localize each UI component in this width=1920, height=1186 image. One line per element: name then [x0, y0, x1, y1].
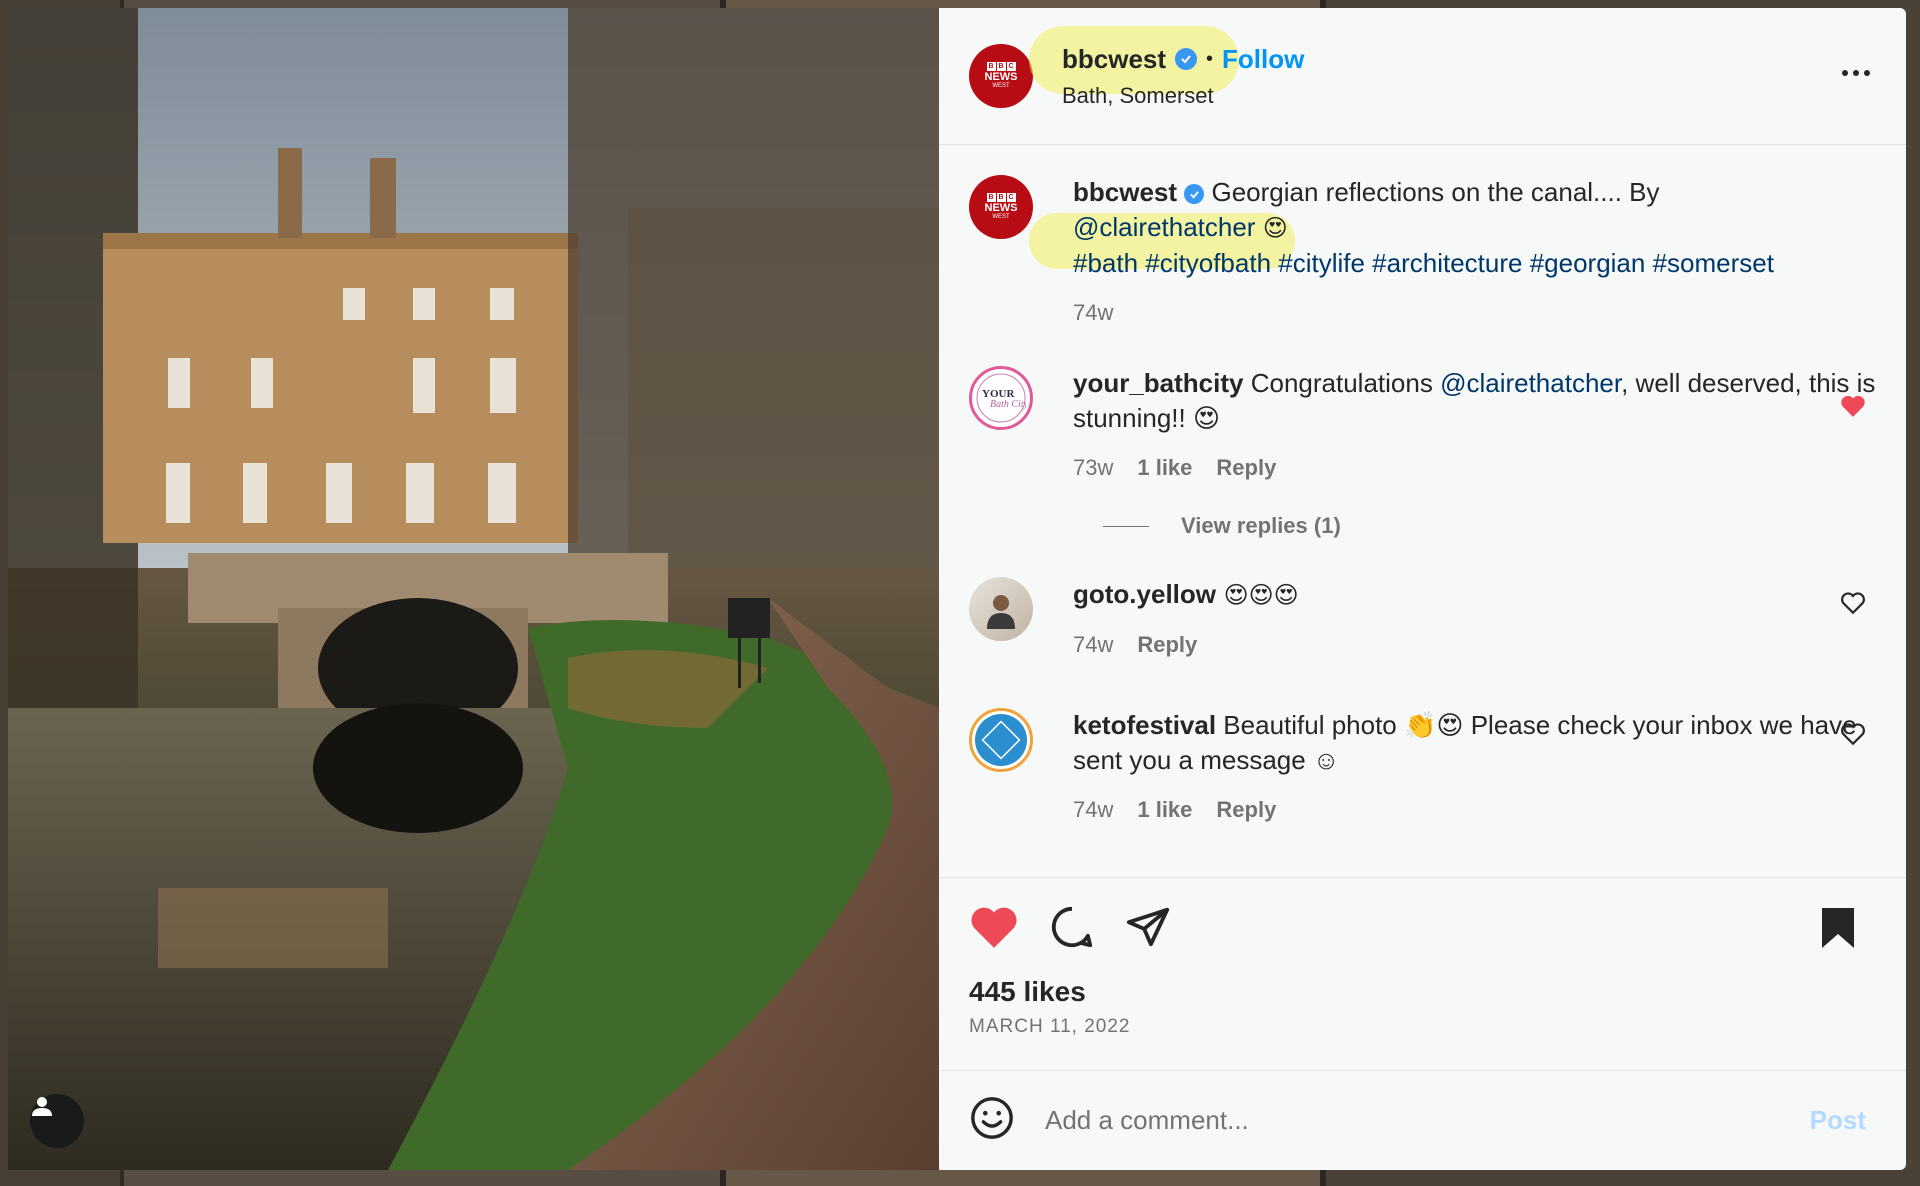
comment-row: ketofestival Beautiful photo 👏😍 Please c…	[969, 708, 1876, 827]
comment-age[interactable]: 74w	[1073, 627, 1113, 662]
caption-text: Georgian reflections on the canal.... By	[1204, 177, 1660, 207]
commenter-avatar[interactable]	[969, 577, 1033, 641]
bbc-letter: C	[1006, 62, 1016, 71]
commenter-username[interactable]: ketofestival	[1073, 710, 1216, 740]
caption-username[interactable]: bbcwest	[1073, 177, 1177, 207]
comment-input[interactable]	[1045, 1105, 1810, 1136]
like-icon[interactable]	[969, 904, 1019, 955]
separator-dot: •	[1206, 47, 1214, 70]
caption-row: B B C NEWS WEST bbcwest Georgian reflect…	[969, 175, 1876, 330]
post-actions: 445 likes MARCH 11, 2022	[939, 877, 1906, 1070]
post-comment-button[interactable]: Post	[1810, 1105, 1866, 1136]
avatar-region-text: WEST	[992, 83, 1010, 89]
comment-row: YOUR Bath City your_bathcity Congratulat…	[969, 366, 1876, 485]
post-date[interactable]: MARCH 11, 2022	[969, 1016, 1876, 1038]
bookmark-icon[interactable]	[1818, 906, 1858, 955]
post-modal: B B C NEWS WEST bbcwest • Follow Bath, S…	[8, 8, 1906, 1170]
share-icon[interactable]	[1125, 904, 1171, 955]
verified-icon	[1184, 184, 1205, 205]
avatar-news-text: NEWS	[984, 71, 1018, 83]
bbc-letter: B	[996, 62, 1006, 71]
caption-emoji: 😍	[1262, 214, 1288, 242]
emoji-picker-icon[interactable]	[969, 1095, 1015, 1146]
commenter-username[interactable]: goto.yellow	[1073, 579, 1216, 609]
reply-button[interactable]: Reply	[1216, 450, 1276, 485]
view-replies-label: View replies (1)	[1181, 513, 1341, 538]
avatar-region-text: WEST	[992, 214, 1010, 220]
comment-age[interactable]: 74w	[1073, 792, 1113, 827]
author-avatar[interactable]: B B C NEWS WEST	[969, 44, 1033, 108]
keto-festival-logo-icon	[975, 714, 1027, 766]
comment-text: Congratulations	[1243, 368, 1441, 398]
caption-age[interactable]: 74w	[1073, 295, 1113, 330]
comment-likes[interactable]: 1 like	[1137, 792, 1192, 827]
comment-age[interactable]: 73w	[1073, 450, 1113, 485]
bbc-letter: C	[1006, 193, 1016, 202]
bbc-letter: B	[986, 62, 996, 71]
caption-author-avatar[interactable]: B B C NEWS WEST	[969, 175, 1033, 239]
post-location[interactable]: Bath, Somerset	[1062, 83, 1304, 109]
post-side-panel: B B C NEWS WEST bbcwest • Follow Bath, S…	[939, 8, 1906, 1170]
replies-divider	[1103, 525, 1149, 527]
follow-button[interactable]: Follow	[1222, 44, 1304, 75]
your-bath-city-logo-icon: YOUR Bath City	[976, 373, 1026, 423]
avatar-news-text: NEWS	[984, 202, 1018, 214]
post-photo	[8, 8, 939, 1170]
comments-section: B B C NEWS WEST bbcwest Georgian reflect…	[939, 145, 1906, 877]
more-options-icon[interactable]	[1842, 70, 1870, 76]
comment-row: goto.yellow 😍😍😍 74w Reply	[969, 577, 1876, 662]
person-photo-icon	[987, 595, 1015, 629]
view-replies-button[interactable]: View replies (1)	[1103, 513, 1876, 539]
verified-icon	[1175, 48, 1198, 70]
commenter-avatar[interactable]	[969, 708, 1033, 772]
add-comment-bar: Post	[939, 1070, 1906, 1170]
reply-button[interactable]: Reply	[1216, 792, 1276, 827]
caption-hashtags[interactable]: #bath #cityofbath #citylife #architectur…	[1073, 248, 1774, 278]
commenter-username[interactable]: your_bathcity	[1073, 368, 1244, 398]
comment-likes[interactable]: 1 like	[1137, 450, 1192, 485]
user-icon	[32, 1097, 52, 1116]
comment-mention[interactable]: @clairethatcher	[1440, 368, 1621, 398]
caption-mention[interactable]: @clairethatcher	[1073, 212, 1255, 242]
canal-photo-illustration	[8, 8, 939, 1170]
bbc-letter: B	[996, 193, 1006, 202]
post-header: B B C NEWS WEST bbcwest • Follow Bath, S…	[939, 8, 1906, 145]
reply-button[interactable]: Reply	[1137, 627, 1197, 662]
comment-text: 😍😍😍	[1216, 581, 1299, 609]
likes-count[interactable]: 445 likes	[969, 976, 1876, 1008]
tagged-users-button[interactable]	[30, 1094, 84, 1148]
author-username[interactable]: bbcwest	[1062, 44, 1166, 75]
commenter-avatar[interactable]: YOUR Bath City	[969, 366, 1033, 430]
svg-text:Bath City: Bath City	[990, 399, 1026, 410]
bbc-letter: B	[986, 193, 996, 202]
comment-like-icon[interactable]	[1840, 591, 1866, 620]
comment-icon[interactable]	[1049, 904, 1095, 955]
comment-like-icon[interactable]	[1840, 394, 1866, 423]
comment-like-icon[interactable]	[1840, 722, 1866, 751]
